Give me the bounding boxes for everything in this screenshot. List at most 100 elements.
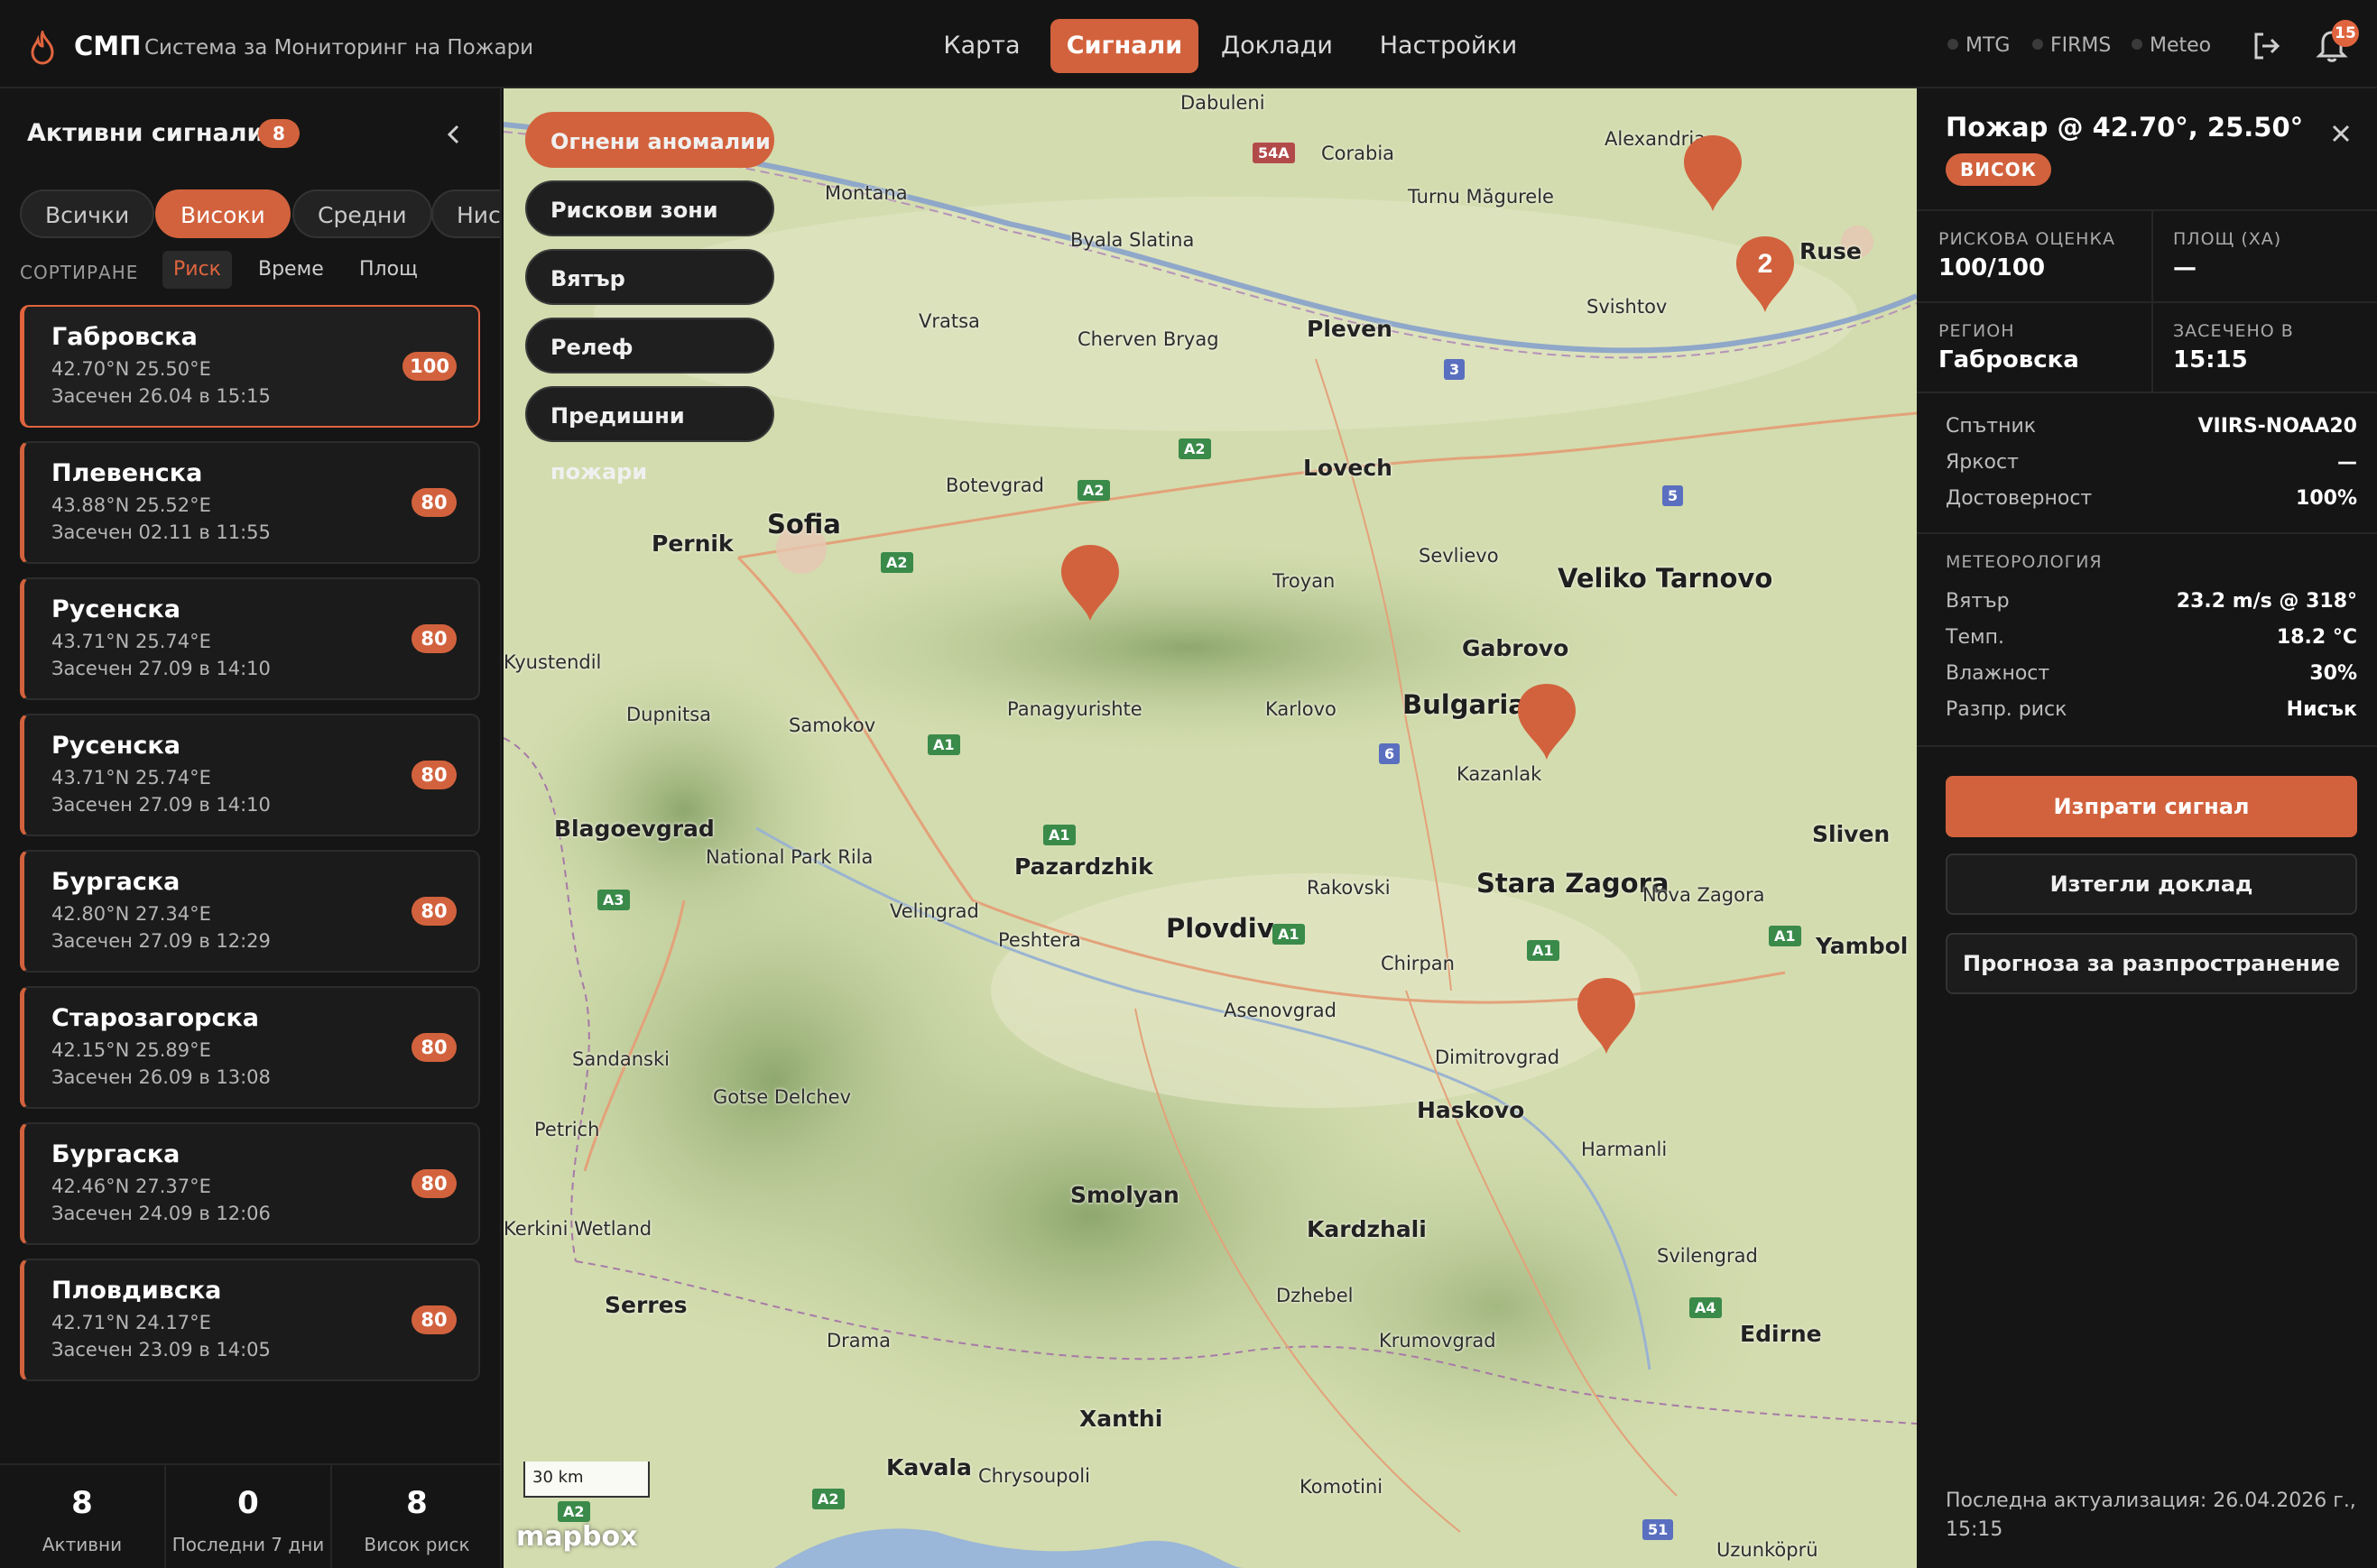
- place-label: Kardzhali: [1307, 1216, 1427, 1242]
- alert-card[interactable]: Русенска 43.71°N 25.74°E Засечен 27.09 в 1…: [20, 714, 480, 836]
- severity-badge: ВИСОК: [1946, 153, 2052, 186]
- alert-card[interactable]: Бургаска 42.46°N 27.37°E Засечен 24.09 в 1…: [20, 1122, 480, 1245]
- filter-chip-high[interactable]: Високи: [155, 189, 291, 238]
- place-label: Rakovski: [1307, 877, 1391, 899]
- area-label: ПЛОЩ (ХА): [2173, 229, 2282, 249]
- risk-score-badge: 80: [412, 1033, 457, 1062]
- sort-option-time[interactable]: Време: [247, 251, 335, 289]
- stat-label: Активни: [42, 1534, 123, 1555]
- source-label: MTG: [1965, 34, 2011, 57]
- alert-region-name: Русенска: [51, 732, 180, 760]
- road-badge: A2: [881, 552, 913, 573]
- place-label: Uzunköprü: [1716, 1539, 1818, 1561]
- place-label: Vratsa: [919, 310, 980, 332]
- source-status-firms: FIRMS: [2032, 34, 2111, 57]
- detail-value: —: [2337, 451, 2357, 474]
- close-icon[interactable]: [2328, 121, 2354, 146]
- alert-card[interactable]: Пловдивска 42.71°N 24.17°E Засечен 23.09 в…: [20, 1259, 480, 1381]
- place-label: Kazanlak: [1457, 763, 1542, 785]
- place-label: Svilengrad: [1657, 1245, 1758, 1267]
- map-scale-bar: 30 km: [523, 1462, 650, 1498]
- alert-region-name: Бургаска: [51, 1140, 180, 1168]
- place-label: Serres: [605, 1292, 688, 1318]
- top-bar: СМП Система за Мониторинг на Пожари Карт…: [0, 0, 2377, 88]
- layer-fire-anomalies[interactable]: Огнени аномалии: [525, 112, 774, 168]
- alert-region-name: Бургаска: [51, 868, 180, 896]
- place-label: Troyan: [1272, 570, 1336, 592]
- alert-coordinates: 42.71°N 24.17°E: [51, 1312, 211, 1333]
- meteo-key: Влажност: [1946, 662, 2050, 685]
- chevron-left-icon[interactable]: [442, 121, 466, 148]
- fire-detail-panel: Пожар @ 42.70°, 25.50° ВИСОК РИСКОВА ОЦЕ…: [1917, 88, 2377, 1568]
- place-label: Karlovo: [1265, 698, 1336, 720]
- alert-card[interactable]: Старозагорска 42.15°N 25.89°E Засечен 26.0…: [20, 986, 480, 1109]
- cluster-count: 2: [1758, 249, 1773, 279]
- risk-score-badge: 80: [412, 897, 457, 926]
- road-badge: A4: [1689, 1297, 1722, 1318]
- place-label: Dupnitsa: [626, 704, 711, 725]
- alert-region-name: Старозагорска: [51, 1004, 260, 1032]
- layer-past-fires[interactable]: Предишни пожари: [525, 386, 774, 484]
- place-label: National Park Rila: [706, 846, 874, 868]
- layer-risk-zones[interactable]: Рискови зони: [525, 180, 774, 236]
- nav-tab-alerts[interactable]: Сигнали: [1050, 19, 1198, 73]
- send-alert-button[interactable]: Изпрати сигнал: [1946, 776, 2357, 837]
- road-badge: A2: [1179, 438, 1211, 459]
- spread-forecast-button[interactable]: Прогноза за разпространение: [1946, 933, 2357, 994]
- layer-wind[interactable]: Вятър: [525, 249, 774, 305]
- app-brand[interactable]: СМП: [74, 31, 141, 61]
- place-label: Asenovgrad: [1224, 1000, 1336, 1021]
- risk-score-label: РИСКОВА ОЦЕНКА: [1938, 229, 2115, 249]
- road-badge: A1: [1272, 924, 1305, 945]
- road-badge: 51: [1642, 1519, 1674, 1540]
- road-badge: A3: [597, 890, 630, 910]
- stat-high-risk: 8 Висок риск: [332, 1465, 500, 1568]
- road-badge: A1: [928, 734, 960, 755]
- road-badge: A2: [812, 1489, 845, 1509]
- detail-value: VIIRS-NOAA20: [2197, 415, 2357, 438]
- sort-option-area[interactable]: Площ: [348, 251, 429, 289]
- status-dot: [2132, 39, 2142, 50]
- nav-tab-reports[interactable]: Доклади: [1209, 19, 1345, 73]
- area-value: —: [2173, 254, 2197, 281]
- layer-relief[interactable]: Релеф: [525, 318, 774, 374]
- region-label: РЕГИОН: [1938, 321, 2015, 341]
- download-report-button[interactable]: Изтегли доклад: [1946, 853, 2357, 915]
- place-label: Byala Slatina: [1070, 229, 1195, 251]
- fire-marker-pin[interactable]: [1058, 541, 1123, 624]
- fire-marker-pin[interactable]: [1680, 132, 1745, 215]
- road-badge: A1: [1043, 825, 1076, 845]
- fire-marker-selected[interactable]: [1514, 680, 1579, 763]
- fire-cluster-marker[interactable]: 2: [1733, 233, 1798, 316]
- nav-tab-map[interactable]: Карта: [922, 19, 1041, 73]
- alert-card[interactable]: Плевенска 43.88°N 25.52°E Засечен 02.11 в …: [20, 441, 480, 564]
- sort-option-risk[interactable]: Риск: [162, 251, 232, 289]
- meteo-value: 23.2 m/s @ 318°: [2176, 590, 2357, 613]
- divider: [1917, 745, 2377, 747]
- alert-coordinates: 42.46°N 27.37°E: [51, 1176, 211, 1197]
- place-label: Dimitrovgrad: [1435, 1047, 1560, 1068]
- logout-icon[interactable]: [2251, 31, 2281, 61]
- detail-key: Яркост: [1946, 451, 2019, 474]
- alert-card[interactable]: Русенска 43.71°N 25.74°E Засечен 27.09 в 1…: [20, 577, 480, 700]
- alert-card[interactable]: Габровска 42.70°N 25.50°E Засечен 26.04 в …: [20, 305, 480, 428]
- divider: [1917, 532, 2377, 534]
- panel-title: Пожар @ 42.70°, 25.50°: [1946, 112, 2304, 143]
- place-label: Samokov: [789, 715, 876, 736]
- mapbox-logo[interactable]: mapbox: [516, 1521, 637, 1553]
- alert-card[interactable]: Бургаска 42.80°N 27.34°E Засечен 27.09 в 1…: [20, 850, 480, 973]
- filter-chip-medium[interactable]: Средни: [292, 189, 432, 238]
- place-label: Haskovo: [1417, 1097, 1525, 1123]
- stat-value: 0: [237, 1485, 259, 1521]
- place-label: Stara Zagora: [1476, 868, 1669, 899]
- fire-marker-pin[interactable]: [1574, 974, 1639, 1057]
- place-label: Velingrad: [890, 900, 979, 922]
- app-subtitle: Система за Мониторинг на Пожари: [144, 36, 534, 60]
- nav-tab-settings[interactable]: Настройки: [1363, 19, 1534, 73]
- place-label: Svishtov: [1586, 296, 1668, 318]
- alert-region-name: Габровска: [51, 323, 198, 351]
- filter-chip-low[interactable]: Ниск: [431, 189, 500, 238]
- map-view[interactable]: Огнени аномалии Рискови зони Вятър Релеф…: [504, 88, 1917, 1568]
- alert-detected-time: Засечен 27.09 в 14:10: [51, 658, 271, 679]
- filter-chip-all[interactable]: Всички: [20, 189, 155, 238]
